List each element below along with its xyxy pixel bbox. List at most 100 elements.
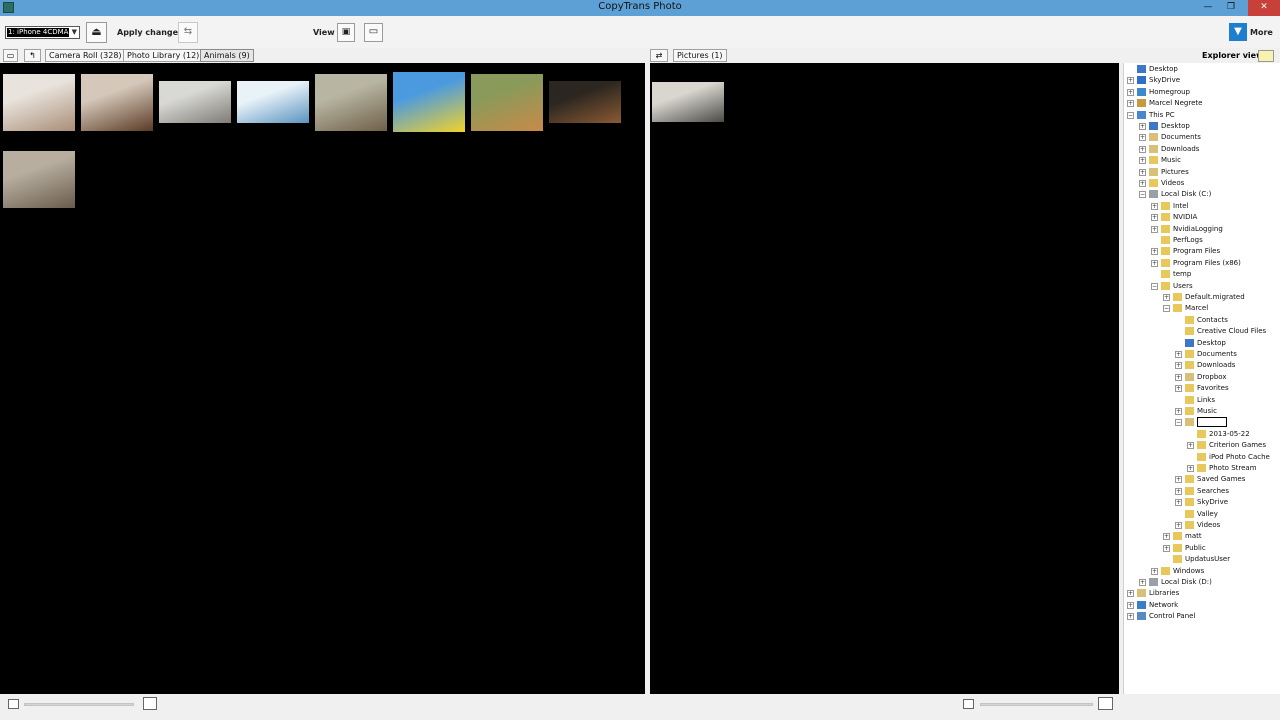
collapse-icon[interactable]: −	[1139, 191, 1146, 199]
expand-icon[interactable]: +	[1151, 225, 1158, 233]
group-icon	[1137, 87, 1146, 96]
device-photos-pane[interactable]	[0, 63, 645, 694]
expand-icon[interactable]: +	[1175, 373, 1182, 381]
expand-icon[interactable]: +	[1151, 214, 1158, 222]
tab-pictures[interactable]: Pictures (1)	[673, 49, 727, 62]
tab-camera-roll[interactable]: Camera Roll (328)	[45, 49, 126, 62]
tree-node-label: Public	[1185, 543, 1206, 552]
tab-animals[interactable]: Animals (9)	[200, 49, 254, 62]
device-select-value: 1: iPhone 4CDMA	[7, 28, 69, 37]
desktop-icon	[1185, 338, 1194, 347]
tab-photo-library[interactable]: Photo Library (12)	[123, 49, 204, 62]
expand-icon[interactable]: +	[1127, 77, 1134, 85]
expand-icon[interactable]: +	[1163, 294, 1170, 301]
expand-icon[interactable]: +	[1187, 465, 1194, 472]
photo-thumbnail[interactable]	[652, 82, 724, 122]
new-album-button[interactable]: ▭	[3, 49, 18, 62]
right-zoom-slider[interactable]	[980, 703, 1093, 706]
pc-photos-pane[interactable]	[650, 63, 1119, 694]
small-thumb-icon[interactable]	[8, 699, 19, 709]
expand-icon[interactable]: +	[1175, 351, 1182, 358]
tree-node-label: Desktop	[1161, 122, 1190, 130]
collapse-icon[interactable]: −	[1175, 419, 1182, 427]
expand-icon[interactable]: +	[1175, 408, 1182, 415]
close-button[interactable]: ✕	[1248, 0, 1280, 16]
expand-icon[interactable]: +	[1127, 100, 1134, 108]
expand-icon[interactable]: +	[1175, 487, 1182, 495]
expand-icon[interactable]: +	[1127, 590, 1134, 598]
left-zoom-slider[interactable]	[24, 703, 134, 706]
expand-icon[interactable]: +	[1139, 145, 1146, 153]
folder-icon	[1185, 315, 1194, 324]
expand-icon[interactable]: +	[1127, 613, 1134, 621]
apply-changes-button[interactable]: Apply changes	[117, 28, 183, 37]
tree-node-label: Marcel Negrete	[1149, 99, 1203, 108]
tree-node-label: Photo Stream	[1209, 464, 1257, 472]
large-thumb-icon[interactable]	[143, 697, 157, 710]
tree-node-label: Saved Games	[1197, 475, 1246, 484]
photo-thumbnail[interactable]	[549, 81, 621, 123]
expand-icon[interactable]: +	[1139, 579, 1146, 586]
explorer-tree[interactable]: Desktop + SkyDrive + Homegroup + Marcel Negret…	[1123, 63, 1280, 708]
expand-icon[interactable]: +	[1163, 544, 1170, 552]
expand-icon[interactable]: +	[1151, 259, 1158, 267]
right-small-thumb-icon[interactable]	[963, 699, 974, 709]
photo-thumbnail[interactable]	[159, 81, 231, 123]
expand-icon[interactable]: +	[1139, 134, 1146, 142]
expand-icon[interactable]: +	[1175, 476, 1182, 484]
office-room-image	[652, 82, 724, 122]
eject-button[interactable]: ⏏	[86, 22, 107, 43]
photo-thumbnail[interactable]	[237, 81, 309, 123]
minimize-button[interactable]: —	[1197, 0, 1219, 16]
sync-button[interactable]: ⇆	[178, 22, 198, 43]
photo-thumbnail[interactable]	[315, 74, 387, 131]
expand-icon[interactable]: +	[1175, 385, 1182, 393]
more-button[interactable]: More	[1250, 28, 1273, 37]
folder-icon	[1197, 452, 1206, 461]
folder-view-icon[interactable]	[1258, 50, 1274, 62]
expand-icon[interactable]: +	[1151, 202, 1158, 210]
expand-icon[interactable]: +	[1127, 601, 1134, 609]
expand-icon[interactable]: +	[1175, 522, 1182, 529]
photo-thumbnail[interactable]	[81, 74, 153, 131]
tree-node-label: Network	[1149, 600, 1179, 609]
expand-icon[interactable]: +	[1139, 168, 1146, 176]
tree-node-label: Contacts	[1197, 315, 1228, 324]
photo-thumbnail[interactable]	[471, 74, 543, 131]
tree-node-label: Marcel	[1185, 304, 1209, 313]
expand-icon[interactable]: +	[1187, 442, 1194, 450]
view-device-button[interactable]: ▣	[337, 23, 355, 42]
collapse-icon[interactable]: −	[1127, 111, 1134, 119]
tree-node-label: Homegroup	[1149, 87, 1191, 96]
expand-icon[interactable]: +	[1139, 180, 1146, 187]
back-button[interactable]: ↰	[24, 49, 41, 62]
expand-icon[interactable]: +	[1151, 248, 1158, 256]
expand-icon[interactable]: +	[1139, 123, 1146, 130]
pc-nav-button[interactable]: ⇄	[650, 49, 668, 62]
swap-icon: ⇄	[655, 51, 663, 60]
explorer-view-label[interactable]: Explorer view	[1202, 51, 1263, 60]
expand-icon[interactable]: +	[1151, 567, 1158, 575]
expand-icon[interactable]: +	[1163, 533, 1170, 541]
photo-thumbnail[interactable]	[3, 74, 75, 131]
tree-node-label: Program Files (x86)	[1173, 258, 1241, 267]
desktop-icon	[1149, 122, 1158, 130]
expand-icon[interactable]: +	[1127, 88, 1134, 96]
collapse-icon[interactable]: −	[1151, 282, 1158, 290]
expand-icon[interactable]: +	[1175, 362, 1182, 370]
collapse-icon[interactable]: −	[1163, 305, 1170, 313]
device-select[interactable]: 1: iPhone 4CDMA ▼	[5, 26, 80, 39]
expand-icon[interactable]: +	[1175, 499, 1182, 507]
folder-icon	[1185, 384, 1194, 393]
copytrans-photo-window: CopyTrans Photo — ❐ ✕ 1: iPhone 4CDMA ▼ …	[0, 0, 1280, 720]
right-large-thumb-icon[interactable]	[1098, 697, 1113, 710]
sea-lions-image	[315, 74, 387, 131]
expand-icon[interactable]: +	[1139, 157, 1146, 165]
folder-icon	[1185, 350, 1194, 358]
tree-node-label: Music	[1161, 156, 1181, 165]
maximize-button[interactable]: ❐	[1220, 0, 1242, 16]
photo-thumbnail[interactable]	[393, 72, 465, 132]
more-chevron-icon[interactable]: ▼	[1229, 23, 1247, 41]
view-pc-button[interactable]: ▭	[364, 23, 383, 42]
photo-thumbnail[interactable]	[3, 151, 75, 208]
